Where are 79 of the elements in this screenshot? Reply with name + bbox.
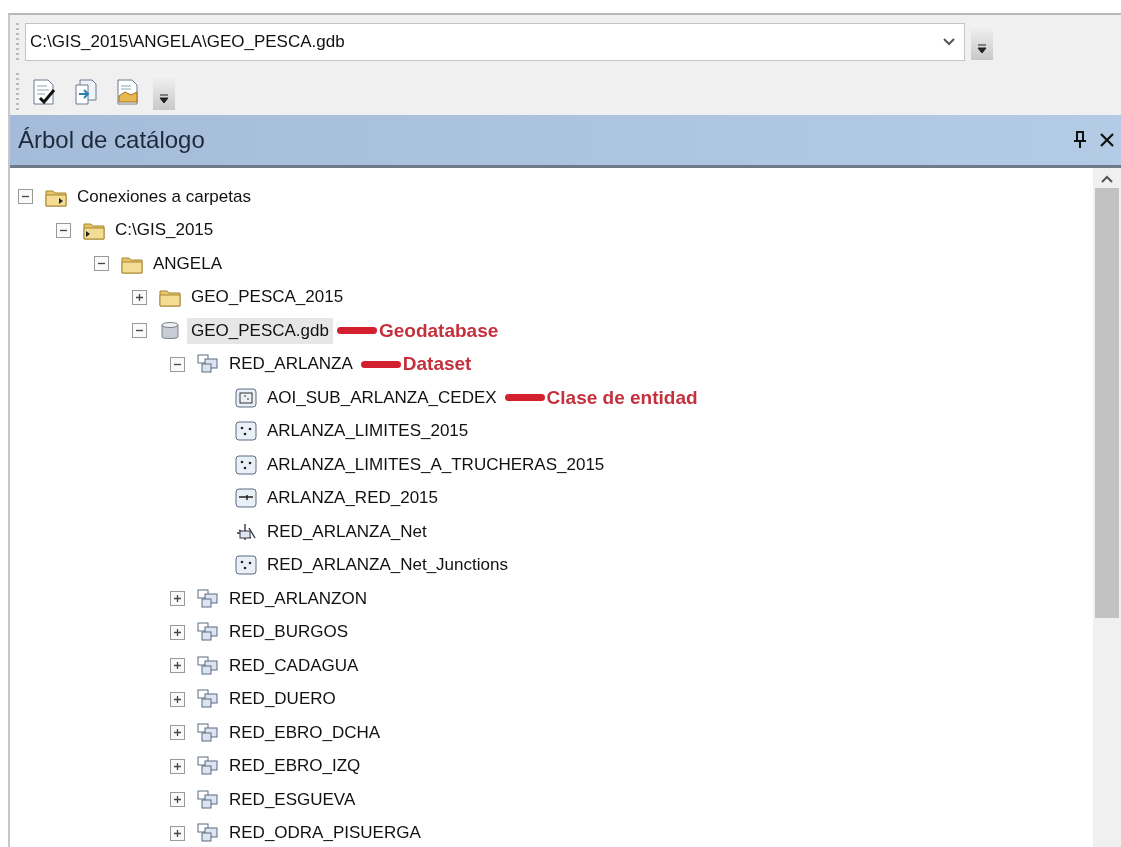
plus-icon: [173, 828, 182, 838]
expand-button[interactable]: [170, 658, 185, 674]
scroll-up-icon[interactable]: [1100, 174, 1114, 184]
expand-button[interactable]: [170, 591, 185, 607]
dataset-icon: [197, 588, 219, 609]
point-layer-icon: [235, 421, 257, 442]
tree-item[interactable]: RED_ARLANZA_Net: [263, 518, 431, 545]
plus-icon: [173, 627, 182, 637]
pointer-line: [504, 394, 545, 402]
expand-button[interactable]: [170, 725, 185, 741]
point-layer-icon: [235, 454, 257, 475]
expand-button[interactable]: [170, 825, 185, 841]
database-icon: [159, 320, 181, 341]
annotation-label: Dataset: [402, 353, 472, 376]
pin-icon[interactable]: [1073, 131, 1087, 149]
collapse-button[interactable]: [170, 356, 185, 372]
tree-item[interactable]: RED_ESGUEVA: [225, 786, 360, 813]
dataset-icon: [197, 689, 219, 710]
dataset-icon: [197, 789, 219, 810]
tree-item[interactable]: GEO_PESCA_2015: [187, 284, 348, 311]
dataset-icon: [197, 823, 219, 844]
collapse-button[interactable]: [18, 189, 33, 205]
location-combobox[interactable]: C:\GIS_2015\ANGELA\GEO_PESCA.gdb: [25, 23, 965, 61]
polygon-layer-icon: [235, 387, 257, 408]
tree-item[interactable]: AOI_SUB_ARLANZA_CEDEX: [263, 384, 501, 411]
plus-icon: [173, 795, 182, 805]
tree-item[interactable]: RED_ARLANZON: [225, 585, 371, 612]
tree-item[interactable]: RED_EBRO_DCHA: [225, 719, 385, 746]
caret-down-icon: [977, 44, 987, 54]
caret-down-icon: [159, 94, 169, 104]
pointer-line: [360, 360, 401, 368]
close-icon[interactable]: [1099, 132, 1115, 148]
expand-button[interactable]: [170, 624, 185, 640]
plus-icon: [173, 661, 182, 671]
tree-item[interactable]: RED_BURGOS: [225, 619, 353, 646]
point-layer-icon: [235, 555, 257, 576]
tree-item[interactable]: C:\GIS_2015: [111, 217, 218, 244]
dataset-icon: [197, 655, 219, 676]
dataset-icon: [197, 756, 219, 777]
plus-icon: [135, 292, 144, 302]
collapse-button[interactable]: [132, 323, 147, 339]
vertical-scrollbar[interactable]: [1093, 168, 1121, 847]
expand-button[interactable]: [132, 289, 147, 305]
plus-icon: [173, 594, 182, 604]
pointer-line: [336, 327, 377, 335]
tree-item[interactable]: ARLANZA_RED_2015: [263, 485, 443, 512]
tree-item[interactable]: ANGELA: [149, 250, 226, 277]
tree-item[interactable]: RED_CADAGUA: [225, 652, 363, 679]
plus-icon: [173, 728, 182, 738]
tree-item[interactable]: RED_ARLANZA: [225, 351, 357, 378]
folder-icon: [159, 287, 181, 308]
toolbar-overflow-button[interactable]: [153, 74, 175, 110]
tree-item[interactable]: GEO_PESCA.gdb: [187, 317, 333, 344]
toolbar-overflow-button[interactable]: [971, 24, 993, 60]
plus-icon: [173, 694, 182, 704]
annotation-label: Clase de entidad: [546, 386, 698, 409]
scrollbar-thumb[interactable]: [1095, 188, 1119, 618]
plus-icon: [173, 761, 182, 771]
tree-item[interactable]: RED_DUERO: [225, 686, 340, 713]
expand-button[interactable]: [170, 691, 185, 707]
tree-item[interactable]: RED_ODRA_PISUERGA: [225, 820, 425, 847]
tree-item[interactable]: RED_ARLANZA_Net_Junctions: [263, 552, 512, 579]
annotation-label: Geodatabase: [378, 319, 499, 342]
network-icon: [235, 521, 257, 542]
panel-title: Árbol de catálogo: [18, 126, 205, 154]
expand-button[interactable]: [170, 758, 185, 774]
line-layer-icon: [235, 488, 257, 509]
collapse-button[interactable]: [56, 222, 71, 238]
tree-item[interactable]: ARLANZA_LIMITES_A_TRUCHERAS_2015: [263, 451, 609, 478]
dataset-icon: [197, 722, 219, 743]
tree-item[interactable]: Conexiones a carpetas: [73, 183, 255, 210]
dataset-icon: [197, 354, 219, 375]
collapse-button[interactable]: [94, 256, 109, 272]
chevron-down-icon: [942, 37, 956, 47]
tree-item[interactable]: RED_EBRO_IZQ: [225, 753, 365, 780]
dataset-icon: [197, 622, 219, 643]
folder-icon: [83, 220, 105, 241]
expand-button[interactable]: [170, 792, 185, 808]
tree-item[interactable]: ARLANZA_LIMITES_2015: [263, 418, 473, 445]
